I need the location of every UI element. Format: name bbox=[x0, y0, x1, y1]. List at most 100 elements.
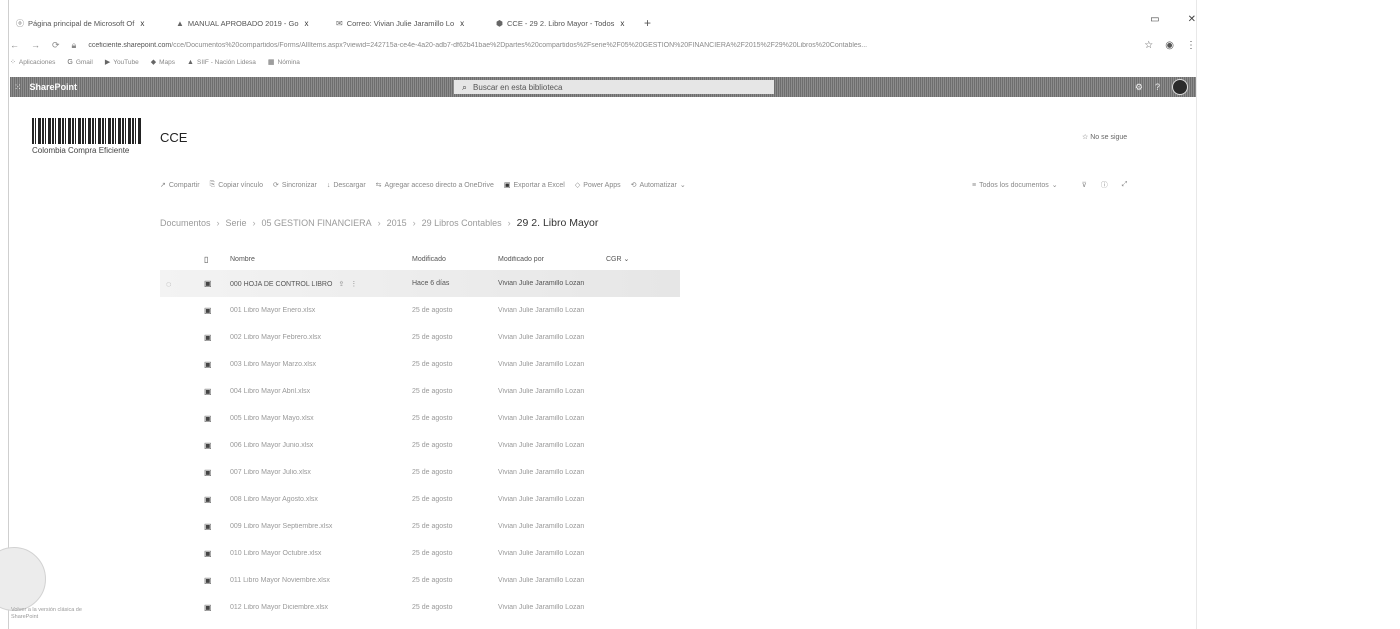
column-header-cgr[interactable]: CGR ⌄ bbox=[606, 255, 646, 263]
file-name[interactable]: 006 Libro Mayor Junio.xlsx bbox=[230, 442, 408, 449]
menu-icon[interactable]: ⋮ bbox=[1186, 40, 1196, 51]
close-tab-icon[interactable]: x bbox=[460, 19, 464, 28]
return-classic-link[interactable]: Volver a la versión clásica de SharePoin… bbox=[11, 607, 91, 621]
file-modified-by[interactable]: Vivian Julie Jaramillo Lozan bbox=[498, 496, 598, 503]
share-icon[interactable]: ⇪ bbox=[338, 281, 344, 288]
table-row[interactable]: ▣ 012 Libro Mayor Diciembre.xlsx 25 de a… bbox=[160, 594, 680, 621]
close-window-icon[interactable]: ✕ bbox=[1188, 14, 1196, 25]
file-modified-by[interactable]: Vivian Julie Jaramillo Lozan bbox=[498, 280, 598, 287]
app-launcher-icon[interactable]: ⁙ bbox=[14, 82, 22, 93]
settings-icon[interactable]: ⚙ bbox=[1135, 82, 1143, 93]
file-name[interactable]: 012 Libro Mayor Diciembre.xlsx bbox=[230, 604, 408, 611]
automate-button[interactable]: ⟲ Automatizar ⌄ bbox=[631, 181, 686, 190]
profile-icon[interactable]: ◉ bbox=[1165, 40, 1174, 51]
follow-button[interactable]: ☆ No se sigue bbox=[1082, 133, 1127, 141]
breadcrumb-item[interactable]: Serie bbox=[226, 218, 247, 228]
file-modified-by[interactable]: Vivian Julie Jaramillo Lozan bbox=[498, 415, 598, 422]
copy-link-button[interactable]: ⎘ Copiar vínculo bbox=[210, 181, 263, 189]
bookmark-apps[interactable]: ⁘ Aplicaciones bbox=[10, 58, 55, 67]
column-header-modified-by[interactable]: Modificado por bbox=[498, 256, 598, 263]
breadcrumb-item[interactable]: 29 Libros Contables bbox=[422, 218, 502, 228]
export-excel-button[interactable]: ▣ Exportar a Excel bbox=[504, 181, 565, 190]
browser-tab[interactable]: ▲ MANUAL APROBADO 2019 - Go x bbox=[170, 15, 330, 31]
file-type-header-icon[interactable]: ▯ bbox=[204, 255, 218, 264]
file-name[interactable]: 008 Libro Mayor Agosto.xlsx bbox=[230, 496, 408, 503]
file-modified-by[interactable]: Vivian Julie Jaramillo Lozan bbox=[498, 388, 598, 395]
file-modified-by[interactable]: Vivian Julie Jaramillo Lozan bbox=[498, 523, 598, 530]
star-icon[interactable]: ☆ bbox=[1144, 40, 1153, 51]
site-title[interactable]: CCE bbox=[160, 130, 187, 145]
table-row[interactable]: ▣ 009 Libro Mayor Septiembre.xlsx 25 de … bbox=[160, 513, 680, 540]
bookmark-nomina[interactable]: ▦ Nómina bbox=[268, 58, 300, 67]
table-row[interactable]: ▣ 003 Libro Mayor Marzo.xlsx 25 de agost… bbox=[160, 351, 680, 378]
table-row[interactable]: ▣ 001 Libro Mayor Enero.xlsx 25 de agost… bbox=[160, 297, 680, 324]
expand-icon[interactable]: ⤢ bbox=[1122, 181, 1128, 189]
file-modified-by[interactable]: Vivian Julie Jaramillo Lozan bbox=[498, 604, 598, 611]
new-tab-button[interactable]: + bbox=[644, 16, 651, 30]
file-modified-by[interactable]: Vivian Julie Jaramillo Lozan bbox=[498, 442, 598, 449]
row-select-checkbox[interactable]: ◌ bbox=[166, 279, 178, 289]
back-icon[interactable]: ← bbox=[10, 40, 19, 50]
power-apps-button[interactable]: ◇ Power Apps bbox=[575, 181, 621, 190]
column-header-name[interactable]: Nombre bbox=[230, 256, 408, 263]
file-modified-by[interactable]: Vivian Julie Jaramillo Lozan bbox=[498, 361, 598, 368]
file-name[interactable]: 007 Libro Mayor Julio.xlsx bbox=[230, 469, 408, 476]
forward-icon[interactable]: → bbox=[31, 40, 40, 50]
reload-icon[interactable]: ⟳ bbox=[52, 40, 60, 51]
breadcrumb-item[interactable]: 2015 bbox=[387, 218, 407, 228]
table-row[interactable]: ▣ 010 Libro Mayor Octubre.xlsx 25 de ago… bbox=[160, 540, 680, 567]
file-modified-by[interactable]: Vivian Julie Jaramillo Lozan bbox=[498, 307, 598, 314]
sync-button[interactable]: ⟳ Sincronizar bbox=[273, 181, 317, 190]
file-name[interactable]: 004 Libro Mayor Abril.xlsx bbox=[230, 388, 408, 395]
table-row[interactable]: ◌ ▣ 000 HOJA DE CONTROL LIBRO ⇪ ⋮ Hace 6 d… bbox=[160, 270, 680, 297]
info-icon[interactable]: ⓘ bbox=[1101, 180, 1108, 190]
breadcrumb-item[interactable]: Documentos bbox=[160, 218, 211, 228]
file-name[interactable]: 009 Libro Mayor Septiembre.xlsx bbox=[230, 523, 408, 530]
file-name[interactable]: 005 Libro Mayor Mayo.xlsx bbox=[230, 415, 408, 422]
table-row[interactable]: ▣ 005 Libro Mayor Mayo.xlsx 25 de agosto… bbox=[160, 405, 680, 432]
share-button[interactable]: ↗ Compartir bbox=[160, 181, 200, 190]
table-row[interactable]: ▣ 007 Libro Mayor Julio.xlsx 25 de agost… bbox=[160, 459, 680, 486]
bookmark-maps[interactable]: ◆ Maps bbox=[151, 58, 175, 67]
file-name[interactable]: 002 Libro Mayor Febrero.xlsx bbox=[230, 334, 408, 341]
user-avatar[interactable] bbox=[1172, 79, 1188, 95]
bookmark-siif[interactable]: ▲ SIIF - Nación Lidesa bbox=[187, 59, 256, 66]
close-tab-icon[interactable]: x bbox=[305, 19, 309, 28]
table-row[interactable]: ▣ 011 Libro Mayor Noviembre.xlsx 25 de a… bbox=[160, 567, 680, 594]
sharepoint-app-name[interactable]: SharePoint bbox=[30, 82, 78, 92]
download-button[interactable]: ↓ Descargar bbox=[327, 182, 366, 189]
file-name[interactable]: 001 Libro Mayor Enero.xlsx bbox=[230, 307, 408, 314]
file-modified-by[interactable]: Vivian Julie Jaramillo Lozan bbox=[498, 550, 598, 557]
bookmark-youtube[interactable]: ▶ YouTube bbox=[105, 58, 139, 67]
column-header-modified[interactable]: Modificado bbox=[412, 256, 494, 263]
close-tab-icon[interactable]: x bbox=[140, 19, 144, 28]
minimize-icon[interactable]: ▭ bbox=[1150, 14, 1159, 25]
file-name[interactable]: 011 Libro Mayor Noviembre.xlsx bbox=[230, 577, 408, 584]
add-shortcut-onedrive-button[interactable]: ⇆ Agregar acceso directo a OneDrive bbox=[376, 181, 494, 190]
file-modified-by[interactable]: Vivian Julie Jaramillo Lozan bbox=[498, 469, 598, 476]
close-tab-icon[interactable]: x bbox=[620, 19, 624, 28]
browser-tab[interactable]: ✉ Correo: Vivian Julie Jaramillo Lo x bbox=[330, 15, 490, 31]
file-name[interactable]: 000 HOJA DE CONTROL LIBRO ⇪ ⋮ bbox=[230, 280, 408, 288]
table-row[interactable]: ▣ 004 Libro Mayor Abril.xlsx 25 de agost… bbox=[160, 378, 680, 405]
site-logo[interactable] bbox=[32, 118, 142, 144]
browser-tab[interactable]: ⓞ Página principal de Microsoft Of x bbox=[10, 15, 170, 31]
lock-icon[interactable]: 🔒︎ bbox=[72, 40, 77, 51]
url-field[interactable]: cceficiente.sharepoint.com/cce/Documento… bbox=[88, 42, 1136, 49]
help-icon[interactable]: ? bbox=[1155, 82, 1160, 92]
library-search-input[interactable]: ⌕ Buscar en esta biblioteca bbox=[454, 80, 774, 94]
table-row[interactable]: ▣ 002 Libro Mayor Febrero.xlsx 25 de ago… bbox=[160, 324, 680, 351]
table-row[interactable]: ▣ 008 Libro Mayor Agosto.xlsx 25 de agos… bbox=[160, 486, 680, 513]
filter-icon[interactable]: ⊽ bbox=[1082, 181, 1087, 189]
file-modified-by[interactable]: Vivian Julie Jaramillo Lozan bbox=[498, 577, 598, 584]
more-actions-icon[interactable]: ⋮ bbox=[350, 281, 357, 288]
table-row[interactable]: ▣ 006 Libro Mayor Junio.xlsx 25 de agost… bbox=[160, 432, 680, 459]
file-modified-by[interactable]: Vivian Julie Jaramillo Lozan bbox=[498, 334, 598, 341]
bookmark-gmail[interactable]: G Gmail bbox=[67, 59, 92, 66]
file-name[interactable]: 003 Libro Mayor Marzo.xlsx bbox=[230, 361, 408, 368]
file-name[interactable]: 010 Libro Mayor Octubre.xlsx bbox=[230, 550, 408, 557]
file-modified: 25 de agosto bbox=[412, 496, 453, 503]
browser-tab-active[interactable]: ⬢ CCE - 29 2. Libro Mayor - Todos x bbox=[490, 15, 640, 31]
breadcrumb-item[interactable]: 05 GESTION FINANCIERA bbox=[262, 218, 372, 228]
view-selector[interactable]: ≡ Todos los documentos ⌄ bbox=[972, 181, 1058, 190]
